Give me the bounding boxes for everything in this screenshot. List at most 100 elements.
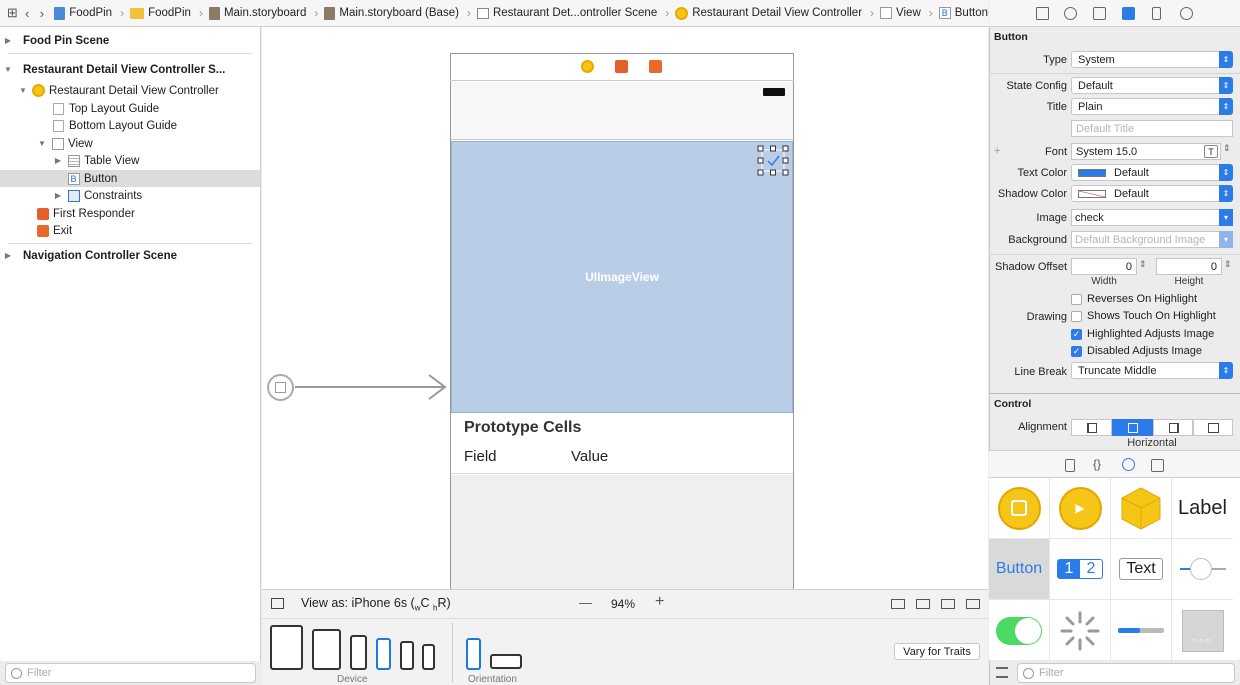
outline-filter-input[interactable]: Filter <box>5 663 256 683</box>
disclosure-right-icon[interactable]: ▶ <box>53 156 63 165</box>
type-popup[interactable]: System ⇕ <box>1071 51 1233 68</box>
device-iphone-plus-icon[interactable] <box>350 635 367 670</box>
font-field[interactable]: System 15.0 T <box>1071 143 1221 160</box>
crumb-view[interactable]: View › <box>880 6 933 20</box>
forward-button[interactable]: › <box>36 4 49 22</box>
image-view[interactable]: UIImageView <box>451 141 793 413</box>
disclosure-right-icon[interactable]: ▶ <box>3 251 13 260</box>
help-inspector-icon[interactable] <box>1064 7 1077 20</box>
orientation-portrait-icon[interactable] <box>466 638 481 670</box>
library-filter-input[interactable]: Filter <box>1017 663 1235 683</box>
file-inspector-icon[interactable] <box>1036 7 1049 20</box>
chevron-down-icon[interactable]: ▾ <box>1219 231 1233 248</box>
crumb-storyboard-base[interactable]: Main.storyboard (Base) › <box>324 6 471 20</box>
library-progress-view[interactable] <box>1111 600 1172 661</box>
background-combo[interactable]: Default Background Image ▾ <box>1071 231 1233 248</box>
identity-inspector-icon[interactable] <box>1093 7 1106 20</box>
code-snippet-icon[interactable]: {} <box>1093 457 1101 471</box>
exit-icon[interactable] <box>649 60 662 73</box>
reverses-checkbox[interactable] <box>1071 294 1082 305</box>
device-ipad-pro-icon[interactable] <box>270 625 303 670</box>
disclosure-down-icon[interactable]: ▼ <box>3 65 13 74</box>
embed-in-stack-icon[interactable] <box>891 599 905 609</box>
crumb-view-controller[interactable]: Restaurant Detail View Controller › <box>675 6 874 20</box>
device-iphone-se-icon[interactable] <box>400 641 414 670</box>
outline-table-view[interactable]: ▶ Table View <box>0 152 260 169</box>
outline-food-pin-scene[interactable]: ▶ Food Pin Scene <box>0 32 260 49</box>
align-left-segment[interactable] <box>1071 419 1112 436</box>
library-text-field[interactable]: Text <box>1111 539 1172 600</box>
shadow-color-popup[interactable]: Default ⇕ <box>1071 185 1233 202</box>
disclosure-right-icon[interactable]: ▶ <box>53 191 63 200</box>
connections-inspector-icon[interactable] <box>1180 7 1193 20</box>
pin-icon[interactable] <box>941 599 955 609</box>
outline-button[interactable]: B Button <box>0 170 260 187</box>
toggle-outline-icon[interactable] <box>271 598 284 609</box>
line-break-popup[interactable]: Truncate Middle ⇕ <box>1071 362 1233 379</box>
outline-top-layout-guide[interactable]: Top Layout Guide <box>0 100 260 117</box>
device-iphone-6s-icon[interactable] <box>376 638 391 670</box>
align-icon[interactable] <box>916 599 930 609</box>
outline-first-responder[interactable]: First Responder <box>0 205 260 222</box>
default-title-input[interactable]: Default Title <box>1071 120 1233 137</box>
crumb-project[interactable]: FoodPin › <box>54 6 124 20</box>
state-config-popup[interactable]: Default ⇕ <box>1071 77 1233 94</box>
highlighted-adjusts-checkbox[interactable]: ✓ <box>1071 329 1082 340</box>
selected-button-handles[interactable] <box>757 145 789 176</box>
orientation-landscape-icon[interactable] <box>490 654 522 669</box>
library-view-controller[interactable] <box>989 478 1050 539</box>
crumb-scene[interactable]: Restaurant Det...ontroller Scene › <box>476 6 669 20</box>
shadow-offset-height-input[interactable]: 0 <box>1156 258 1222 275</box>
crumb-button[interactable]: B Button <box>938 7 988 19</box>
library-segmented-control[interactable]: 1 2 <box>1050 539 1111 600</box>
disclosure-right-icon[interactable]: ▶ <box>3 36 13 45</box>
chevron-down-icon[interactable]: ▾ <box>1219 209 1233 226</box>
align-fill-segment[interactable] <box>1193 419 1233 436</box>
crumb-folder[interactable]: FoodPin › <box>130 6 203 20</box>
view-as-label[interactable]: View as: iPhone 6s (wC hR) <box>301 596 451 613</box>
height-stepper[interactable]: ⇕ <box>1224 259 1232 270</box>
library-button[interactable]: Button <box>989 539 1050 600</box>
initial-scene-icon[interactable] <box>267 374 294 401</box>
crumb-storyboard[interactable]: Main.storyboard › <box>208 6 318 20</box>
outline-exit[interactable]: Exit <box>0 222 260 239</box>
width-stepper[interactable]: ⇕ <box>1139 259 1147 270</box>
zoom-in-button[interactable]: + <box>655 593 664 611</box>
outline-navigation-controller-scene[interactable]: ▶ Navigation Controller Scene <box>0 247 260 264</box>
related-items-icon[interactable]: ⊞ <box>6 4 19 22</box>
library-activity-indicator[interactable] <box>1050 600 1111 661</box>
library-slider[interactable] <box>1172 539 1233 600</box>
resolve-issues-icon[interactable] <box>966 599 980 609</box>
outline-constraints[interactable]: ▶ Constraints <box>0 187 260 204</box>
shadow-offset-width-input[interactable]: 0 <box>1071 258 1137 275</box>
align-right-segment[interactable] <box>1153 419 1193 436</box>
object-library-icon[interactable] <box>1122 458 1135 471</box>
align-center-segment[interactable] <box>1112 419 1153 436</box>
media-library-icon[interactable] <box>1151 459 1164 472</box>
library-page-control[interactable]: ○○○ <box>1172 600 1233 661</box>
image-combo[interactable]: check ▾ <box>1071 209 1233 226</box>
device-iphone-4s-icon[interactable] <box>422 644 435 670</box>
font-size-stepper[interactable]: ⇕ <box>1223 143 1231 154</box>
back-button[interactable]: ‹ <box>21 4 34 22</box>
text-color-popup[interactable]: Default ⇕ <box>1071 164 1233 181</box>
outline-view-controller[interactable]: ▼ Restaurant Detail View Controller <box>0 82 260 99</box>
device-ipad-icon[interactable] <box>312 629 341 670</box>
outline-restaurant-detail-scene[interactable]: ▼ Restaurant Detail View Controller S... <box>0 61 260 78</box>
library-label[interactable]: Label <box>1172 478 1233 539</box>
library-switch[interactable] <box>989 600 1050 661</box>
outline-view[interactable]: ▼ View <box>0 135 260 152</box>
disabled-adjusts-checkbox[interactable]: ✓ <box>1071 346 1082 357</box>
disclosure-down-icon[interactable]: ▼ <box>37 139 47 148</box>
library-object[interactable] <box>1111 478 1172 539</box>
shows-touch-checkbox[interactable] <box>1071 311 1082 322</box>
first-responder-icon[interactable] <box>615 60 628 73</box>
vary-for-traits-button[interactable]: Vary for Traits <box>894 643 980 660</box>
view-controller-icon[interactable] <box>581 60 594 73</box>
attributes-inspector-icon[interactable] <box>1122 7 1135 20</box>
size-inspector-icon[interactable] <box>1152 7 1161 20</box>
library-av-player[interactable]: ▶ <box>1050 478 1111 539</box>
zoom-out-button[interactable]: — <box>579 595 592 610</box>
list-view-toggle-icon[interactable] <box>996 667 1008 678</box>
title-popup[interactable]: Plain ⇕ <box>1071 98 1233 115</box>
